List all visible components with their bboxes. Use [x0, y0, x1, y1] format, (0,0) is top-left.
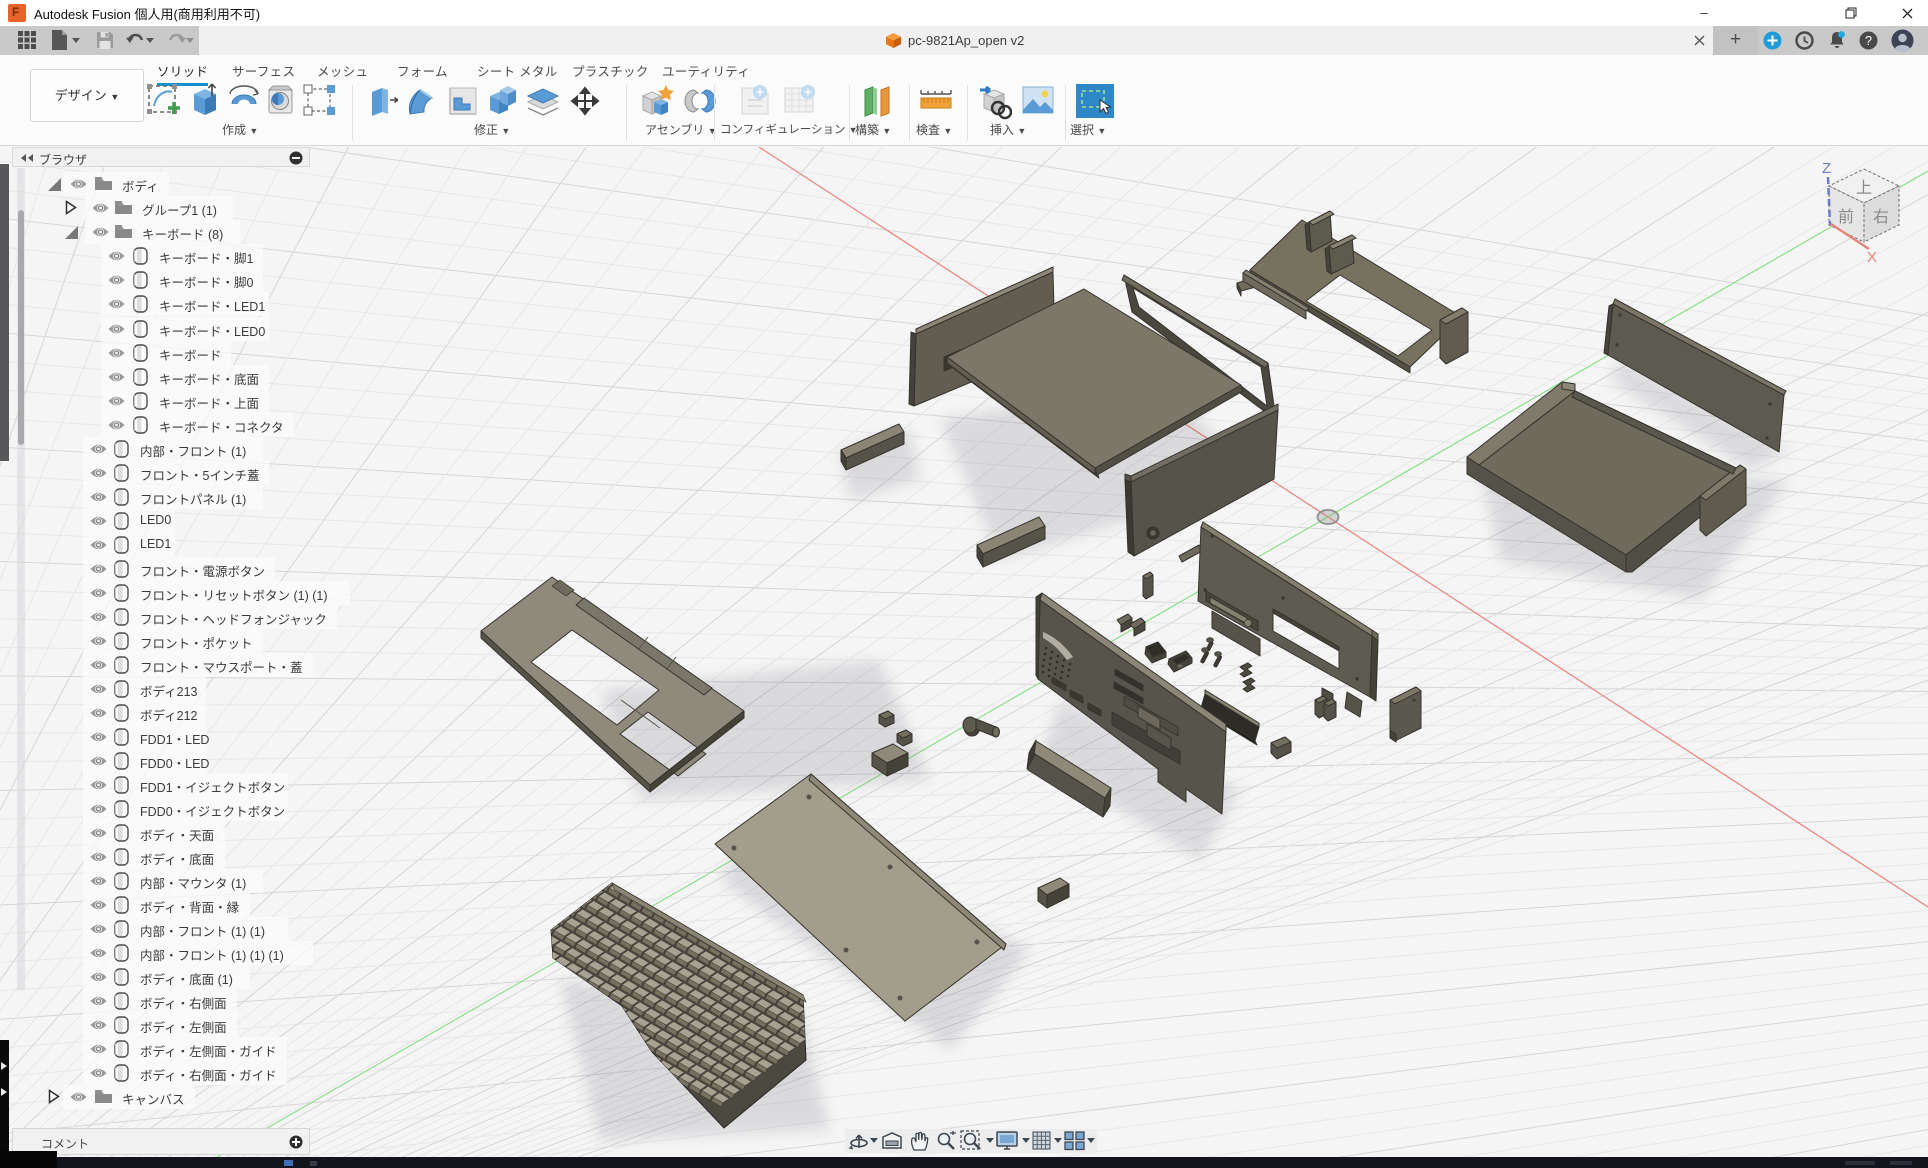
svg-text:?: ?: [1865, 34, 1872, 48]
svg-text:X: X: [1867, 249, 1877, 266]
svg-text:右: 右: [1873, 208, 1889, 226]
svg-text:前: 前: [1838, 208, 1854, 226]
svg-text:上: 上: [1856, 179, 1872, 197]
svg-text:Z: Z: [1822, 160, 1831, 177]
